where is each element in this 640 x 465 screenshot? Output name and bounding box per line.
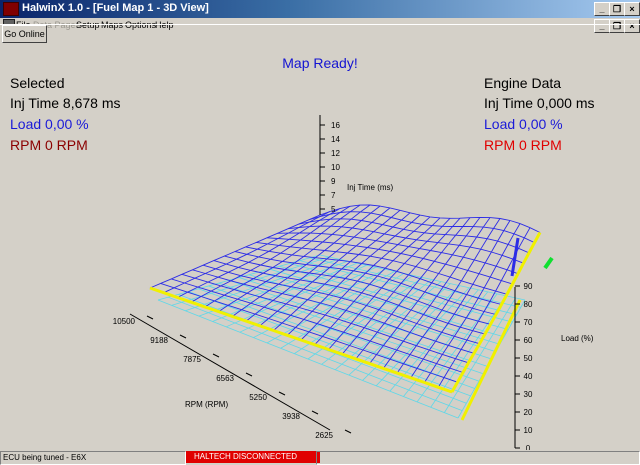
x-tick-label: 3938 [282, 412, 300, 421]
x-axis-line [129, 313, 331, 431]
x-axis-label: RPM (RPM) [185, 400, 228, 409]
x-tick-mark [311, 410, 319, 415]
status-ecu-text: ECU being tuned - E6X [0, 451, 186, 465]
x-tick-mark [278, 391, 286, 396]
y-tick-label: 10 [524, 426, 533, 435]
y-tick-label: 40 [524, 372, 533, 381]
z-tick-label: 7 [331, 191, 336, 200]
highlight-right-edge [450, 231, 542, 393]
side-mesh-line [167, 296, 463, 411]
x-tick-label: 6563 [216, 374, 234, 383]
y-tick-label: 20 [524, 408, 533, 417]
engine-position-marker [543, 256, 554, 270]
fuel-map-3d-plot[interactable]: 16 14 12 10 9 7 5 10500 9188 7875 6563 5250 3938 262… [0, 0, 640, 450]
top-mesh-line [328, 217, 451, 350]
x-tick-mark [245, 372, 253, 377]
y-tick-label: 30 [524, 390, 533, 399]
x-tick-mark [212, 353, 220, 358]
x-tick-label: 7875 [183, 355, 201, 364]
z-tick-label: 14 [331, 135, 340, 144]
z-tick-label: 5 [331, 205, 336, 214]
z-axis-ticks: 16 14 12 10 9 7 5 [320, 121, 340, 214]
z-tick-label: 10 [331, 163, 340, 172]
z-axis-label: Inj Time (ms) [347, 183, 394, 192]
y-tick-label: 50 [524, 354, 533, 363]
y-tick-label: 70 [524, 318, 533, 327]
x-tick-label: 2625 [315, 431, 333, 440]
status-empty-panel [316, 451, 640, 465]
z-tick-label: 12 [331, 149, 340, 158]
y-tick-label: 80 [524, 300, 533, 309]
x-tick-label: 10500 [113, 317, 136, 326]
y-tick-label: 90 [524, 282, 533, 291]
current-cell-marker [510, 237, 520, 277]
x-tick-label: 5250 [249, 393, 267, 402]
status-bar: ECU being tuned - E6X HALTECH DISCONNECT… [0, 450, 640, 465]
x-tick-mark [179, 334, 187, 339]
x-tick-mark [146, 315, 154, 320]
y-tick-label: 60 [524, 336, 533, 345]
z-tick-label: 9 [331, 177, 336, 186]
highlight-front-edge [149, 286, 453, 394]
y-axis-label: Load (%) [561, 334, 594, 343]
top-mesh-line [383, 217, 491, 369]
x-tick-mark [344, 429, 352, 434]
z-tick-label: 16 [331, 121, 340, 130]
status-connection-badge: HALTECH DISCONNECTED [186, 451, 320, 463]
x-tick-label: 9188 [150, 336, 168, 345]
top-mesh-line [149, 214, 321, 289]
